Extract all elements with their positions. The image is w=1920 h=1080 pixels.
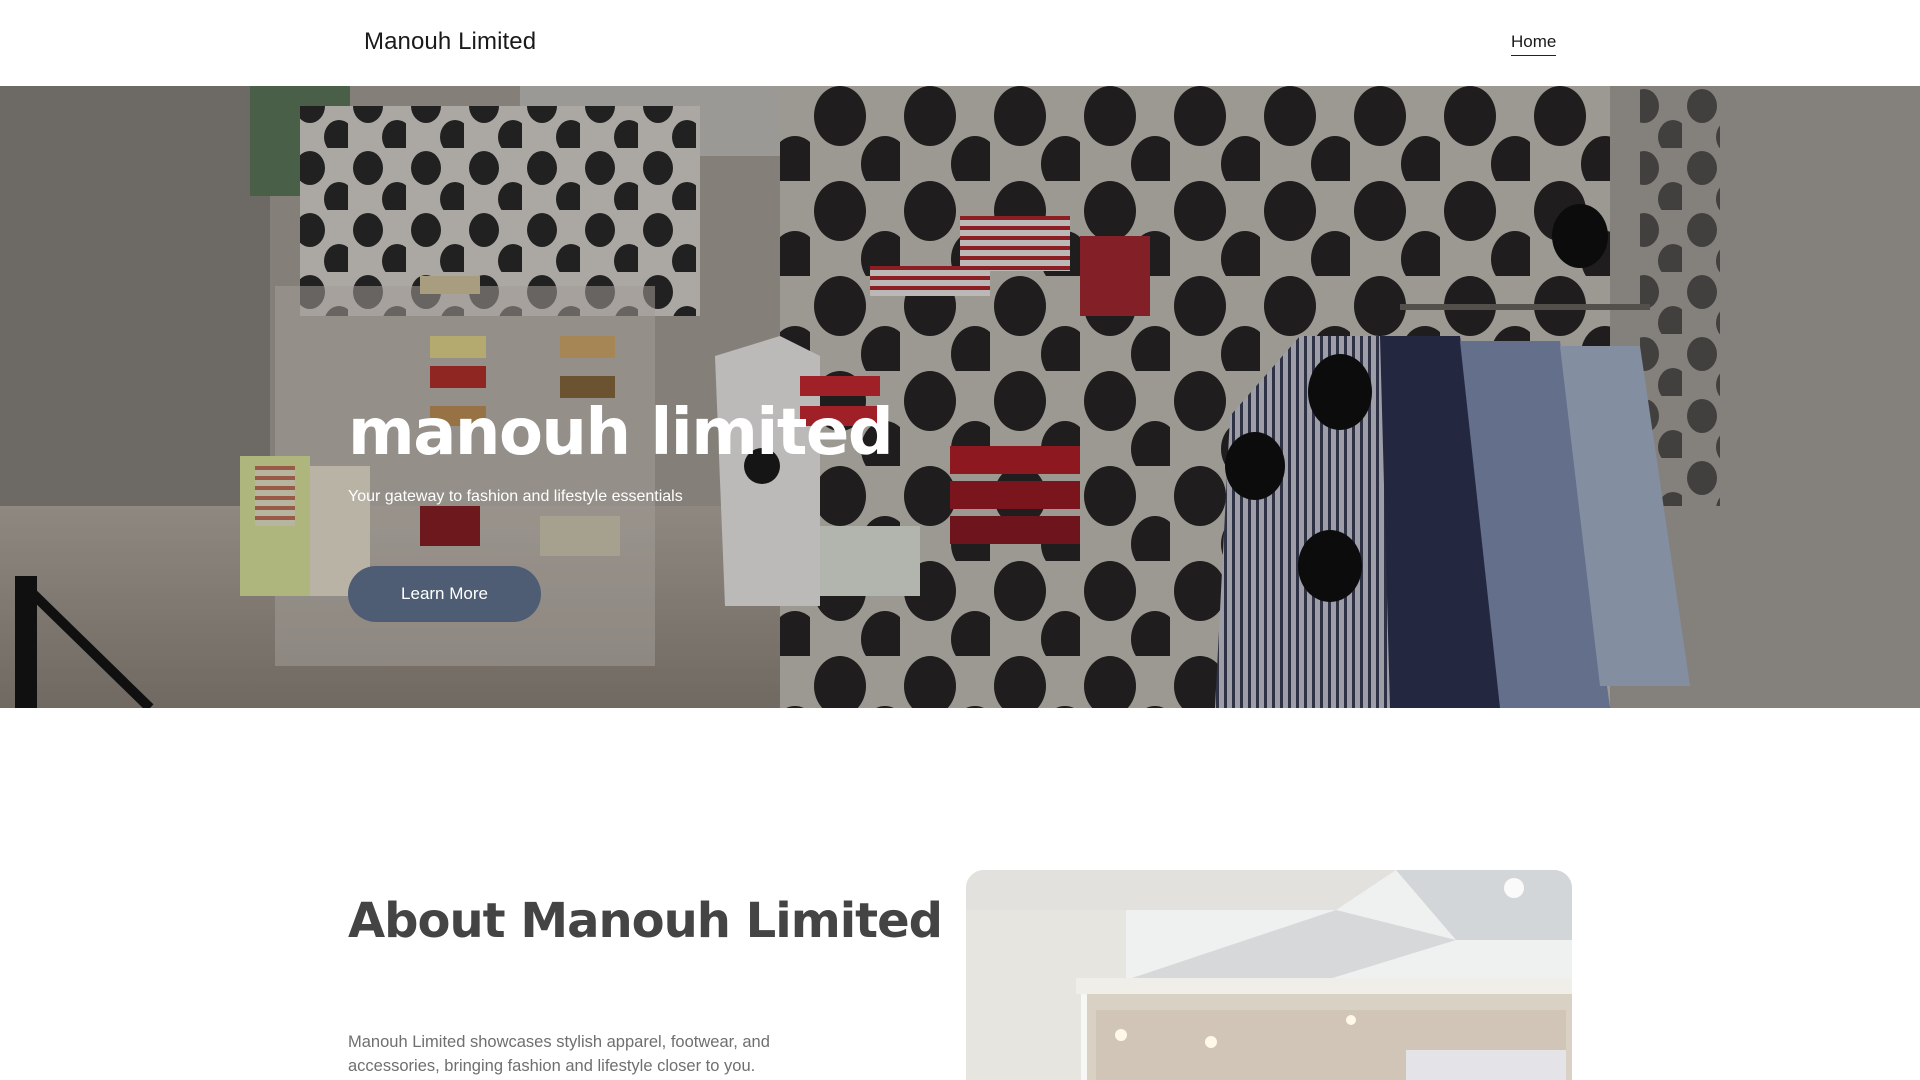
hero-section: manouh limited Your gateway to fashion a… xyxy=(0,86,1920,708)
learn-more-button[interactable]: Learn More xyxy=(348,566,541,622)
hero-content: manouh limited Your gateway to fashion a… xyxy=(348,86,1248,708)
about-description: Manouh Limited showcases stylish apparel… xyxy=(348,1033,770,1075)
hero-title: manouh limited xyxy=(348,396,894,470)
store-interior-illustration xyxy=(966,870,1572,1080)
brand-logo-text[interactable]: Manouh Limited xyxy=(364,28,536,56)
about-title: About Manouh Limited xyxy=(348,893,943,949)
hero-subtitle: Your gateway to fashion and lifestyle es… xyxy=(348,488,683,505)
nav-home-link[interactable]: Home xyxy=(1511,32,1557,56)
about-store-image xyxy=(966,870,1572,1080)
site-header: Manouh Limited Home xyxy=(0,0,1920,86)
